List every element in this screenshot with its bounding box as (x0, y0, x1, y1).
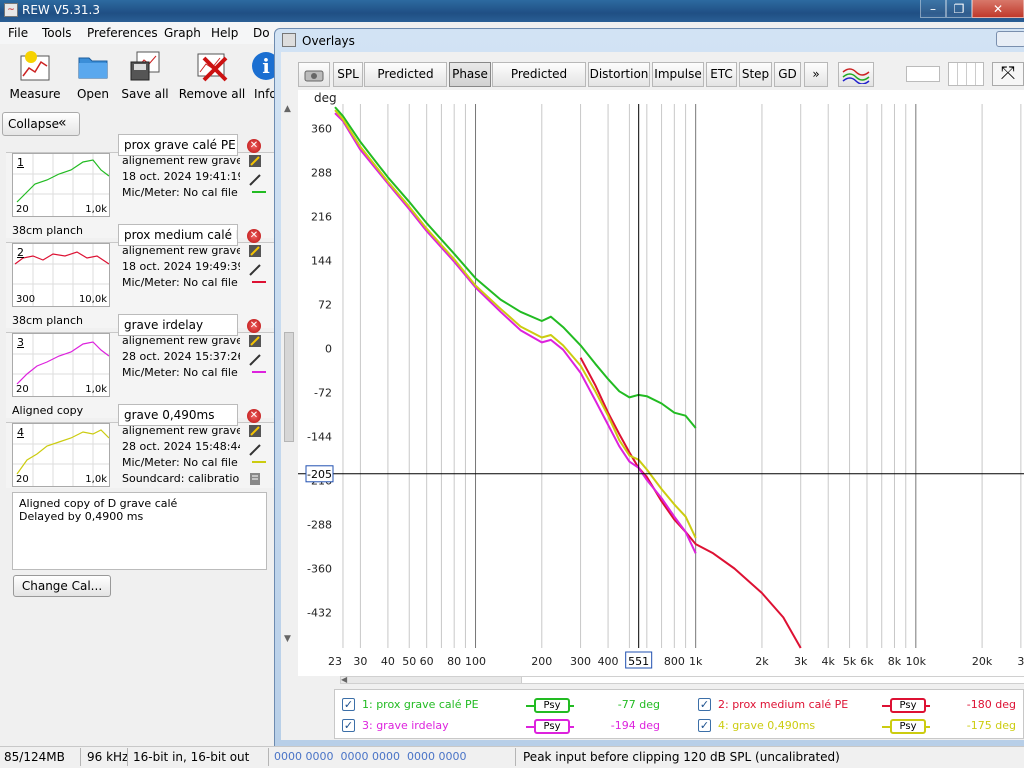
trace-2-smoothing-button[interactable]: Psy (890, 698, 926, 713)
x-tick-label: 300 (570, 655, 591, 668)
series-line-1 (334, 106, 697, 429)
trace-2-cursor-value: -180 deg (966, 698, 1016, 711)
y-tick-label: 144 (311, 254, 332, 267)
x-tick-label: 40 (381, 655, 395, 668)
status-separator (127, 748, 128, 766)
series-line-2 (579, 357, 802, 649)
x-tick-label: 10k (906, 655, 927, 668)
cursor-y-readout: -205 (307, 468, 332, 481)
status-separator (268, 748, 269, 766)
trace-1-smoothing-button[interactable]: Psy (534, 698, 570, 713)
y-tick-label: -432 (307, 607, 332, 620)
trace-2-checkbox[interactable]: ✓ (698, 698, 711, 711)
y-tick-label: 72 (318, 298, 332, 311)
y-axis-label: deg (314, 91, 337, 105)
trace-3-smoothing-button[interactable]: Psy (534, 719, 570, 734)
y-tick-label: -360 (307, 563, 332, 576)
chart-grid (342, 104, 1022, 648)
x-tick-label: 3k (794, 655, 808, 668)
trace-3-cursor-value: -194 deg (610, 719, 660, 732)
x-tick-label: 100 (465, 655, 486, 668)
y-tick-label: 288 (311, 166, 332, 179)
status-sample-rate: 96 kHz (87, 750, 129, 764)
x-tick-label: 80 (447, 655, 461, 668)
y-tick-label: 0 (325, 342, 332, 355)
status-level-meters: 0000 0000 0000 0000 0000 0000 (274, 750, 467, 763)
x-tick-label: 4k (822, 655, 836, 668)
y-tick-label: -72 (314, 387, 332, 400)
status-bit-depth: 16-bit in, 16-bit out (133, 750, 250, 764)
trace-1-name: 1: prox grave calé PE (362, 698, 479, 711)
y-tick-label: -144 (307, 431, 332, 444)
x-tick-label: 3 (1017, 655, 1024, 668)
chart-cursor[interactable]: -205 551 (298, 104, 1024, 669)
x-tick-label: 8k (888, 655, 902, 668)
trace-3-checkbox[interactable]: ✓ (342, 719, 355, 732)
x-tick-label: 60 (420, 655, 434, 668)
x-tick-label: 23 (328, 655, 342, 668)
x-tick-label: 1k (689, 655, 703, 668)
x-tick-label: 6k (860, 655, 874, 668)
status-separator (80, 748, 81, 766)
chart-labels: 360288216144720-72-144-216-288-360-432de… (307, 91, 1024, 668)
status-memory: 85/124MB (4, 750, 65, 764)
x-tick-label: 5k (843, 655, 857, 668)
y-tick-label: 360 (311, 122, 332, 135)
x-tick-label: 2k (755, 655, 769, 668)
scroll-left-arrow-icon[interactable]: ◀ (341, 675, 347, 684)
trace-4-checkbox[interactable]: ✓ (698, 719, 711, 732)
x-tick-label: 800 (664, 655, 685, 668)
chart-series (334, 106, 802, 649)
trace-4-name: 4: grave 0,490ms (718, 719, 816, 732)
x-tick-label: 200 (531, 655, 552, 668)
y-tick-label: 216 (311, 210, 332, 223)
x-tick-label: 50 (402, 655, 416, 668)
cursor-x-readout: 551 (628, 655, 649, 668)
y-tick-label: -288 (307, 519, 332, 532)
trace-2-name: 2: prox medium calé PE (718, 698, 849, 711)
x-tick-label: 400 (598, 655, 619, 668)
horizontal-scroll-thumb[interactable] (521, 677, 1024, 683)
trace-1-cursor-value: -77 deg (617, 698, 660, 711)
trace-3-name: 3: grave irdelay (362, 719, 449, 732)
phase-chart[interactable]: 360288216144720-72-144-216-288-360-432de… (0, 0, 1024, 768)
horizontal-scrollbar[interactable]: ◀ (340, 675, 1024, 684)
x-tick-label: 20k (972, 655, 993, 668)
trace-4-smoothing-button[interactable]: Psy (890, 719, 926, 734)
x-tick-label: 30 (353, 655, 367, 668)
status-separator (515, 748, 516, 766)
trace-1-checkbox[interactable]: ✓ (342, 698, 355, 711)
trace-4-cursor-value: -175 deg (966, 719, 1016, 732)
status-peak-input: Peak input before clipping 120 dB SPL (u… (523, 750, 840, 764)
